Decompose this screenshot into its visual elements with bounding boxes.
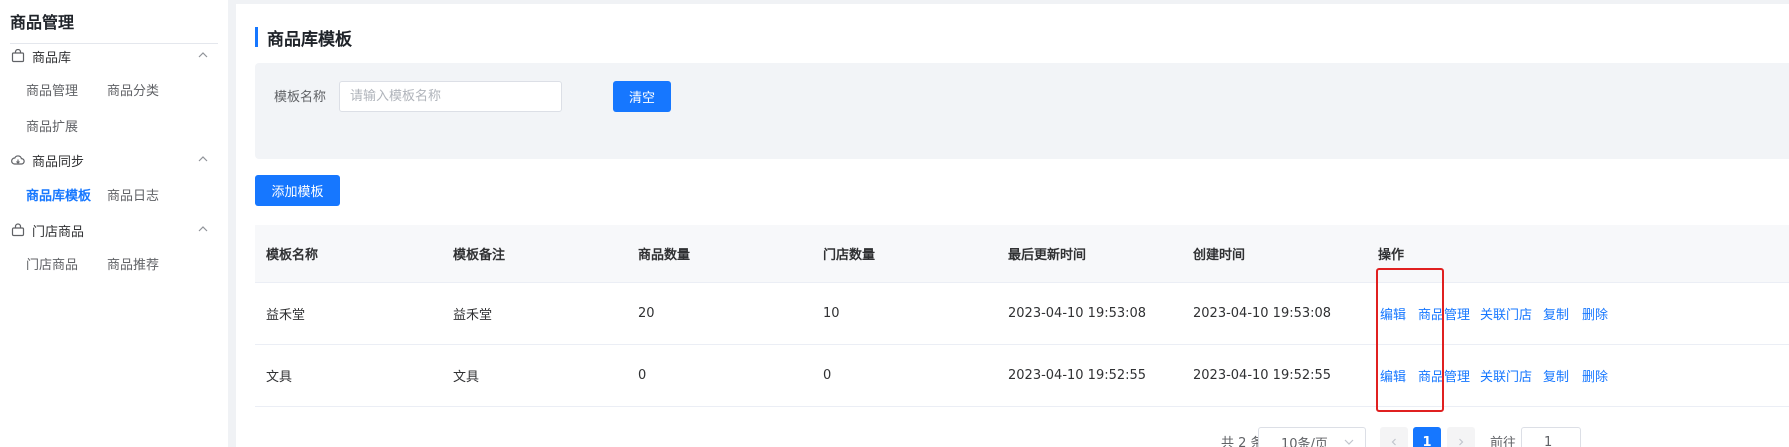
- chevron-down-icon: [1344, 439, 1354, 445]
- column-header: 门店数量: [823, 248, 876, 263]
- delete-link[interactable]: 删除: [1582, 366, 1608, 385]
- column-header: 创建时间: [1193, 248, 1246, 263]
- link-stores-link[interactable]: 关联门店: [1480, 366, 1532, 385]
- goto-page-input[interactable]: [1521, 427, 1581, 447]
- bag-icon: [10, 48, 26, 64]
- prev-page-button[interactable]: [1380, 427, 1408, 447]
- column-header: 商品数量: [638, 248, 691, 263]
- sidebar-item-product-log[interactable]: 商品日志: [107, 185, 159, 204]
- chevron-up-icon[interactable]: [196, 48, 210, 62]
- sidebar-item-product-management[interactable]: 商品管理: [26, 80, 78, 99]
- sidebar-item-library-template[interactable]: 商品库模板: [26, 185, 91, 204]
- chevron-right-icon: [1459, 438, 1464, 446]
- column-header: 最后更新时间: [1008, 248, 1087, 263]
- template-name-label: 模板名称: [274, 90, 327, 105]
- table-row: 文具 文具 0 0 2023-04-10 19:52:55 2023-04-10…: [255, 345, 1789, 407]
- page-size-value: 10条/页: [1281, 436, 1328, 447]
- sidebar-title: 商品管理: [10, 13, 75, 32]
- sidebar-item-product-extension[interactable]: 商品扩展: [26, 116, 78, 135]
- table-header: 模板名称 模板备注 商品数量 门店数量 最后更新时间 创建时间 操作: [255, 225, 1789, 283]
- nav-group-store-products[interactable]: 门店商品: [10, 219, 218, 241]
- column-header: 操作: [1378, 248, 1405, 263]
- column-header: 模板名称: [266, 248, 319, 263]
- cloud-sync-icon: [10, 152, 26, 168]
- chevron-up-icon[interactable]: [196, 222, 210, 236]
- sidebar-item-product-recommend[interactable]: 商品推荐: [107, 254, 159, 273]
- page-number-button[interactable]: 1: [1413, 427, 1441, 447]
- copy-link[interactable]: 复制: [1543, 304, 1569, 323]
- nav-group-label: 商品同步: [32, 154, 85, 170]
- sidebar-item-product-category[interactable]: 商品分类: [107, 80, 159, 99]
- nav-group-label: 商品库: [32, 50, 72, 66]
- lock-bag-icon: [10, 222, 26, 238]
- clear-button[interactable]: 清空: [613, 81, 671, 112]
- main-content: 商品库模板 模板名称 清空 添加模板 模板名称 模板备注 商品数量 门店数量 最…: [236, 4, 1789, 447]
- sidebar-divider: [10, 43, 218, 44]
- nav-group-product-sync[interactable]: 商品同步: [10, 149, 218, 171]
- edit-link[interactable]: 编辑: [1380, 304, 1406, 323]
- delete-link[interactable]: 删除: [1582, 304, 1608, 323]
- title-accent-bar: [255, 27, 258, 47]
- template-table: 模板名称 模板备注 商品数量 门店数量 最后更新时间 创建时间 操作 益禾堂 益…: [255, 225, 1789, 407]
- chevron-up-icon[interactable]: [196, 152, 210, 166]
- nav-group-label: 门店商品: [32, 224, 85, 240]
- sidebar: 商品管理 商品库 商品管理 商品分类 商品扩展 商品同步 商品库模板 商品日志 …: [0, 0, 228, 447]
- goto-label: 前往: [1490, 436, 1517, 447]
- page-title-text: 商品库模板: [267, 29, 352, 50]
- nav-group-product-library[interactable]: 商品库: [10, 45, 218, 67]
- manage-products-link[interactable]: 商品管理: [1418, 304, 1470, 323]
- link-stores-link[interactable]: 关联门店: [1480, 304, 1532, 323]
- add-template-button[interactable]: 添加模板: [255, 175, 340, 206]
- row-actions: 编辑 商品管理 关联门店 复制 删除: [255, 345, 1789, 406]
- manage-products-link[interactable]: 商品管理: [1418, 366, 1470, 385]
- copy-link[interactable]: 复制: [1543, 366, 1569, 385]
- filter-panel: 模板名称 清空: [255, 63, 1789, 159]
- chevron-left-icon: [1391, 438, 1396, 446]
- next-page-button[interactable]: [1447, 427, 1475, 447]
- table-row: 益禾堂 益禾堂 20 10 2023-04-10 19:53:08 2023-0…: [255, 283, 1789, 345]
- sidebar-item-store-products[interactable]: 门店商品: [26, 254, 78, 273]
- page-title: 商品库模板: [255, 26, 352, 50]
- page-size-select[interactable]: 10条/页: [1258, 427, 1366, 447]
- edit-link[interactable]: 编辑: [1380, 366, 1406, 385]
- template-name-input[interactable]: [339, 81, 562, 112]
- row-actions: 编辑 商品管理 关联门店 复制 删除: [255, 283, 1789, 344]
- column-header: 模板备注: [453, 248, 506, 263]
